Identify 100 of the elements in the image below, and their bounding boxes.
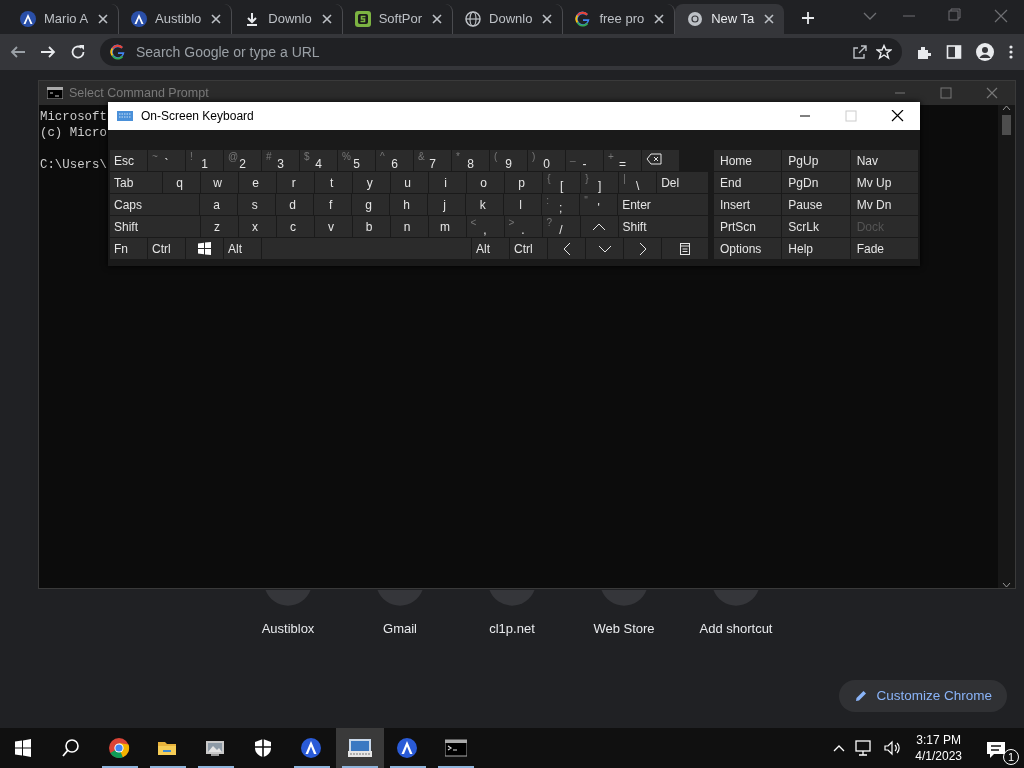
- reload-icon[interactable]: [70, 44, 86, 60]
- key[interactable]: Fade: [850, 238, 918, 259]
- key[interactable]: r: [277, 172, 315, 193]
- key[interactable]: : ;: [542, 194, 580, 215]
- back-icon[interactable]: [10, 44, 26, 60]
- key[interactable]: u: [391, 172, 429, 193]
- key[interactable]: ~ `: [148, 150, 185, 171]
- key[interactable]: ! 1: [186, 150, 223, 171]
- key[interactable]: Insert: [714, 194, 782, 215]
- key[interactable]: w: [201, 172, 239, 193]
- scroll-up-icon[interactable]: [1002, 105, 1011, 111]
- close-icon[interactable]: [96, 12, 111, 26]
- key[interactable]: _ -: [566, 150, 603, 171]
- taskbar-button[interactable]: [336, 728, 384, 768]
- profile-icon[interactable]: [976, 43, 994, 61]
- key[interactable]: k: [466, 194, 504, 215]
- key[interactable]: Home: [714, 150, 782, 171]
- key[interactable]: y: [353, 172, 391, 193]
- key[interactable]: Ctrl: [510, 238, 547, 259]
- key[interactable]: Mv Up: [850, 172, 918, 193]
- key[interactable]: j: [428, 194, 466, 215]
- shortcut-label[interactable]: Add shortcut: [699, 619, 773, 639]
- menu-icon[interactable]: [1008, 44, 1014, 60]
- key[interactable]: PgDn: [782, 172, 850, 193]
- key[interactable]: v: [314, 216, 352, 237]
- chevron-up-icon[interactable]: [833, 744, 846, 752]
- scrollbar[interactable]: [998, 105, 1015, 588]
- key[interactable]: Help: [782, 238, 850, 259]
- key[interactable]: $ 4: [300, 150, 337, 171]
- key[interactable]: > .: [504, 216, 542, 237]
- key[interactable]: Del: [657, 172, 708, 193]
- key[interactable]: Nav: [850, 150, 918, 171]
- address-bar[interactable]: Search Google or type a URL: [100, 38, 902, 66]
- key[interactable]: g: [352, 194, 390, 215]
- key[interactable]: Caps: [110, 194, 200, 215]
- key[interactable]: PgUp: [782, 150, 850, 171]
- key[interactable]: % 5: [338, 150, 375, 171]
- key[interactable]: [186, 238, 223, 259]
- key[interactable]: f: [314, 194, 352, 215]
- bookmark-star-icon[interactable]: [876, 44, 892, 60]
- key[interactable]: a: [200, 194, 238, 215]
- key[interactable]: Mv Dn: [850, 194, 918, 215]
- browser-tab[interactable]: New Ta: [675, 4, 785, 34]
- scroll-down-icon[interactable]: [1002, 582, 1011, 588]
- close-icon[interactable]: [652, 12, 667, 26]
- key[interactable]: c: [276, 216, 314, 237]
- key[interactable]: Esc: [110, 150, 147, 171]
- close-icon[interactable]: [540, 12, 555, 26]
- key[interactable]: m: [428, 216, 466, 237]
- key[interactable]: * 8: [452, 150, 489, 171]
- key[interactable]: s: [238, 194, 276, 215]
- close-icon[interactable]: [762, 12, 777, 26]
- key[interactable]: { [: [543, 172, 581, 193]
- key[interactable]: ? /: [542, 216, 580, 237]
- key[interactable]: i: [429, 172, 467, 193]
- close-icon[interactable]: [889, 110, 905, 122]
- customize-button[interactable]: Customize Chrome: [839, 680, 1007, 712]
- key[interactable]: h: [390, 194, 428, 215]
- key[interactable]: q: [163, 172, 201, 193]
- key[interactable]: n: [390, 216, 428, 237]
- key[interactable]: Enter: [618, 194, 708, 215]
- shortcut-label[interactable]: Austiblox: [261, 619, 315, 639]
- key[interactable]: Options: [714, 238, 782, 259]
- key[interactable]: t: [315, 172, 353, 193]
- key[interactable]: @2: [224, 150, 261, 171]
- key[interactable]: b: [352, 216, 390, 237]
- key[interactable]: o: [467, 172, 505, 193]
- key[interactable]: Shift: [618, 216, 708, 237]
- shortcut-label[interactable]: Gmail: [383, 619, 417, 639]
- key[interactable]: x: [238, 216, 276, 237]
- key[interactable]: & 7: [414, 150, 451, 171]
- key[interactable]: p: [505, 172, 543, 193]
- shortcut-label[interactable]: Web Store: [593, 619, 655, 639]
- key[interactable]: ( 9: [490, 150, 527, 171]
- close-icon[interactable]: [209, 12, 224, 26]
- key[interactable]: d: [276, 194, 314, 215]
- key[interactable]: + =: [604, 150, 641, 171]
- key[interactable]: PrtScn: [714, 216, 782, 237]
- forward-icon[interactable]: [40, 44, 56, 60]
- key[interactable]: Alt: [472, 238, 509, 259]
- key[interactable]: Fn: [110, 238, 147, 259]
- network-icon[interactable]: [855, 740, 874, 756]
- key[interactable]: Alt: [224, 238, 261, 259]
- puzzle-icon[interactable]: [916, 44, 932, 60]
- scrollbar-thumb[interactable]: [1002, 115, 1011, 135]
- key[interactable]: End: [714, 172, 782, 193]
- key[interactable]: | \: [619, 172, 657, 193]
- key[interactable]: Ctrl: [148, 238, 185, 259]
- key[interactable]: Shift: [110, 216, 200, 237]
- key[interactable]: < ,: [466, 216, 504, 237]
- share-icon[interactable]: [852, 44, 868, 60]
- clock[interactable]: 3:17 PM 4/1/2023: [915, 732, 962, 764]
- notification-icon[interactable]: [986, 740, 1006, 759]
- key[interactable]: " ': [580, 194, 618, 215]
- key[interactable]: # 3: [262, 150, 299, 171]
- key[interactable]: l: [504, 194, 542, 215]
- key[interactable]: [642, 150, 679, 171]
- side-panel-icon[interactable]: [946, 44, 962, 60]
- key[interactable]: ScrLk: [782, 216, 850, 237]
- shortcut-label[interactable]: cl1p.net: [489, 619, 535, 639]
